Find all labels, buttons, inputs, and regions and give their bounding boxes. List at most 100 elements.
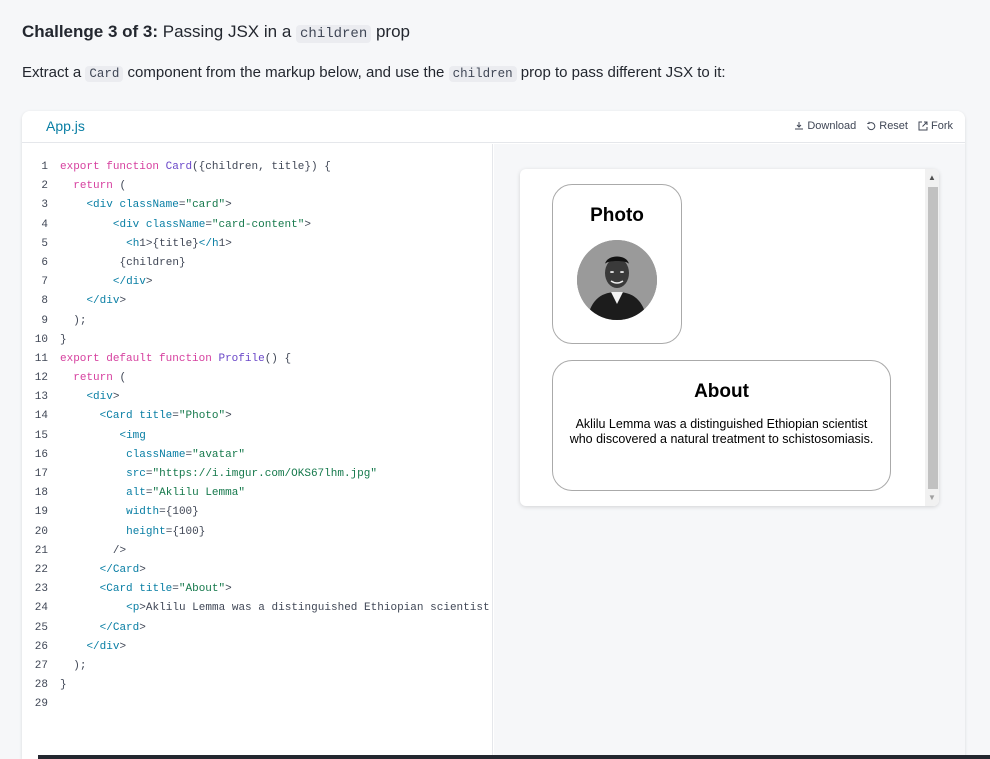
code-line[interactable]: 9 ); <box>22 312 492 331</box>
line-number: 8 <box>41 295 48 308</box>
code-line[interactable]: 14 <Card title="Photo"> <box>22 407 492 426</box>
code-text[interactable]: </Card> <box>60 619 146 638</box>
preview-frame[interactable]: Photo About Aklilu Lemma was a distingui… <box>520 169 939 506</box>
line-number: 22 <box>34 563 48 576</box>
vertical-scrollbar[interactable]: ▲ ▼ <box>925 169 939 506</box>
code-text[interactable]: </div> <box>60 638 126 657</box>
line-number: 4 <box>41 218 48 231</box>
code-text[interactable]: return ( <box>60 177 126 196</box>
code-line[interactable]: 23 <Card title="About"> <box>22 580 492 599</box>
code-text[interactable]: <div className="card-content"> <box>60 216 311 235</box>
line-number: 14 <box>34 410 48 423</box>
code-line[interactable]: 2 return ( <box>22 177 492 196</box>
code-line[interactable]: 8 </div> <box>22 292 492 311</box>
code-line[interactable]: 11 export default function Profile() { <box>22 350 492 369</box>
line-number: 1 <box>41 161 48 173</box>
code-line[interactable]: 20 height={100} <box>22 523 492 542</box>
description-text-1: Extract a <box>22 64 82 81</box>
code-text[interactable]: ); <box>60 657 86 676</box>
code-line[interactable]: 13 <div> <box>22 388 492 407</box>
code-text[interactable]: return ( <box>60 369 126 388</box>
code-line[interactable]: 4 <div className="card-content"> <box>22 216 492 235</box>
line-number: 6 <box>41 256 48 269</box>
line-number: 25 <box>34 621 48 634</box>
download-button[interactable]: Download <box>794 120 856 132</box>
vertical-scroll-thumb[interactable] <box>928 187 938 489</box>
code-text[interactable]: {children} <box>60 254 185 273</box>
code-text[interactable]: <div> <box>60 388 119 407</box>
code-line[interactable]: 24 <p>Aklilu Lemma was a distinguished E… <box>22 599 492 618</box>
code-text[interactable]: <div className="card"> <box>60 196 231 215</box>
code-line[interactable]: 25 </Card> <box>22 619 492 638</box>
page: { "challenge": { "prefix": "Challenge 3 … <box>0 0 990 759</box>
code-editor[interactable]: 1 export function Card({children, title})… <box>22 144 493 759</box>
line-number: 26 <box>34 640 48 653</box>
avatar-image <box>577 240 657 320</box>
reset-label: Reset <box>879 120 908 132</box>
sandbox-tabbar: App.js Download Reset Fork <box>22 111 965 143</box>
line-number: 3 <box>41 199 48 212</box>
line-number: 11 <box>34 352 48 365</box>
code-line[interactable]: 3 <div className="card"> <box>22 196 492 215</box>
code-text[interactable]: </div> <box>60 273 153 292</box>
code-line[interactable]: 15 <img <box>22 427 492 446</box>
code-line[interactable]: 7 </div> <box>22 273 492 292</box>
code-text[interactable]: height={100} <box>60 523 205 542</box>
line-number: 28 <box>34 679 48 692</box>
tab-app-js[interactable]: App.js <box>46 118 85 134</box>
code-text[interactable]: className="avatar" <box>60 446 245 465</box>
line-number: 23 <box>34 583 48 596</box>
code-line[interactable]: 16 className="avatar" <box>22 446 492 465</box>
code-line[interactable]: 5 <h1>{title}</h1> <box>22 235 492 254</box>
line-number: 27 <box>34 659 48 672</box>
code-line[interactable]: 10} <box>22 331 492 350</box>
portrait-image <box>577 240 657 320</box>
code-text[interactable]: } <box>60 676 67 695</box>
scroll-down-icon[interactable]: ▼ <box>928 493 936 502</box>
code-text[interactable]: </div> <box>60 292 126 311</box>
challenge-title-suffix: prop <box>375 22 410 41</box>
line-number: 10 <box>34 333 48 346</box>
code-line[interactable]: 26 </div> <box>22 638 492 657</box>
code-line[interactable]: 28} <box>22 676 492 695</box>
code-text[interactable]: src="https://i.imgur.com/OKS67lhm.jpg" <box>60 465 377 484</box>
line-number: 20 <box>34 525 48 538</box>
code-line[interactable]: 12 return ( <box>22 369 492 388</box>
preview-pane: Photo About Aklilu Lemma was a distingui… <box>494 144 965 759</box>
sandbox: App.js Download Reset Fork 1 export funct… <box>22 111 965 759</box>
code-text[interactable]: ); <box>60 312 86 331</box>
description-text-2: component from the markup below, and use… <box>127 64 445 81</box>
code-text[interactable]: <Card title="About"> <box>60 580 232 599</box>
code-text[interactable]: } <box>60 331 67 350</box>
code-text[interactable]: </Card> <box>60 561 146 580</box>
code-text[interactable]: export function Card({children, title}) … <box>60 158 331 177</box>
line-number: 13 <box>34 391 48 404</box>
line-number: 12 <box>34 372 48 385</box>
code-text[interactable]: export default function Profile() { <box>60 350 291 369</box>
reset-button[interactable]: Reset <box>866 120 908 132</box>
code-line[interactable]: 29 <box>22 695 492 714</box>
challenge-description: Extract a Card component from the markup… <box>22 64 726 82</box>
code-line[interactable]: 18 alt="Aklilu Lemma" <box>22 484 492 503</box>
code-text[interactable]: <Card title="Photo"> <box>60 407 232 426</box>
code-text[interactable]: <p>Aklilu Lemma was a distinguished Ethi… <box>60 599 492 618</box>
code-line[interactable]: 1 export function Card({children, title})… <box>22 158 492 177</box>
code-line[interactable]: 27 ); <box>22 657 492 676</box>
code-text[interactable]: <h1>{title}</h1> <box>60 235 232 254</box>
code-text[interactable]: width={100} <box>60 503 199 522</box>
about-card-title: About <box>694 381 749 402</box>
scroll-up-icon[interactable]: ▲ <box>928 173 936 182</box>
fork-button[interactable]: Fork <box>918 120 953 132</box>
external-link-icon <box>918 121 928 131</box>
code-line[interactable]: 17 src="https://i.imgur.com/OKS67lhm.jpg… <box>22 465 492 484</box>
code-text[interactable]: <img <box>60 427 145 446</box>
line-number: 2 <box>41 180 48 193</box>
code-lines[interactable]: 1 export function Card({children, title})… <box>22 158 492 714</box>
code-text[interactable]: alt="Aklilu Lemma" <box>60 484 245 503</box>
code-line[interactable]: 6 {children} <box>22 254 492 273</box>
code-line[interactable]: 21 /> <box>22 542 492 561</box>
download-icon <box>795 122 804 130</box>
code-text[interactable]: /> <box>60 542 126 561</box>
code-line[interactable]: 22 </Card> <box>22 561 492 580</box>
code-line[interactable]: 19 width={100} <box>22 503 492 522</box>
